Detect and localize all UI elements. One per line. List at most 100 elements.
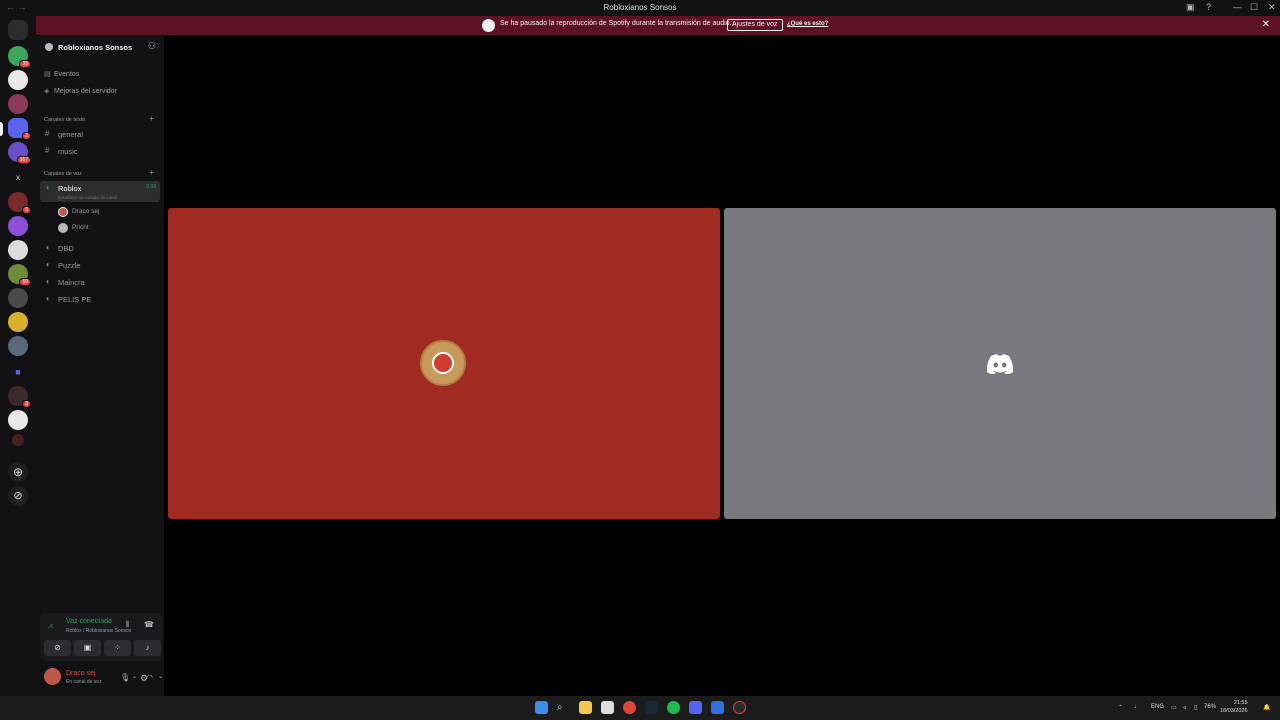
discord-taskbar-icon[interactable] — [689, 701, 702, 714]
server-icon[interactable]: 9 — [8, 192, 31, 214]
windows-start-icon[interactable] — [535, 701, 548, 714]
activities-icon: ⁘ — [114, 643, 121, 652]
server-icon[interactable] — [8, 288, 28, 308]
server-icon[interactable] — [8, 70, 28, 90]
steam-icon[interactable] — [645, 701, 658, 714]
text-category[interactable]: Canales de texto — [44, 117, 85, 123]
folder-icon[interactable]: ■ — [8, 362, 28, 382]
user-name[interactable]: Draco sej — [66, 670, 96, 677]
voice-connected-title[interactable]: Voz conectada — [66, 618, 112, 625]
voice-channel[interactable]: ◖ PELIS PE — [40, 292, 160, 307]
voice-connected-panel: ⩘ Voz conectada Roblox / Robloxianos Son… — [40, 613, 162, 661]
voice-channel[interactable]: ◖ DBD — [40, 241, 160, 256]
activities-button[interactable]: ⁘ — [104, 640, 131, 656]
help-icon[interactable]: ? — [1206, 2, 1211, 12]
voice-timer: 0:38 — [146, 184, 156, 190]
tray-chevron-icon[interactable]: ⌃ — [1118, 704, 1123, 711]
clock[interactable]: 21:55 18/03/2026 — [1220, 699, 1248, 715]
speaker-icon: ◖ — [45, 243, 50, 252]
chrome-icon[interactable] — [623, 701, 636, 714]
x-server-icon[interactable]: x — [8, 168, 28, 188]
voice-channel[interactable]: ◖ Puzzle — [40, 258, 160, 273]
channel-general[interactable]: # general — [40, 127, 160, 142]
close-window-button[interactable]: ✕ — [1268, 2, 1276, 13]
signal-icon: ⩘ — [48, 621, 53, 630]
add-server-icon[interactable]: ⊕ — [8, 462, 28, 482]
server-icon[interactable] — [8, 410, 28, 430]
discord-logo-icon — [987, 354, 1013, 374]
microphone-icon[interactable]: 🎙 — [120, 673, 130, 682]
add-text-channel-icon[interactable]: + — [149, 114, 154, 123]
camera-button[interactable]: ⊘ — [44, 640, 71, 656]
soundboard-button[interactable]: ♪ — [134, 640, 161, 656]
calendar-icon: ▤ — [44, 71, 51, 78]
minimize-button[interactable]: — — [1233, 2, 1242, 12]
channel-sidebar: Robloxianos Sonsos ⚇ ▤ Eventos ◈ Mejoras d… — [36, 36, 164, 696]
speaker-icon: ◖ — [45, 277, 50, 286]
settings-gear-icon[interactable]: ⚙ — [140, 673, 148, 684]
user-status: En canal de voz — [66, 679, 102, 685]
app-icon[interactable] — [711, 701, 724, 714]
mic-tray-icon[interactable]: ♩ — [1134, 704, 1140, 710]
battery-icon[interactable]: ▯ — [1194, 704, 1197, 711]
network-icon[interactable]: ▭ — [1171, 704, 1177, 711]
server-icon[interactable]: 3 — [8, 386, 31, 408]
server-boost-item[interactable]: ◈ Mejoras del servidor — [44, 87, 117, 95]
store-icon[interactable] — [601, 701, 614, 714]
speaker-icon: ◖ — [45, 183, 50, 192]
battery-percent[interactable]: 76% — [1204, 704, 1216, 710]
add-member-icon[interactable]: ⚇ — [148, 41, 156, 52]
file-explorer-icon[interactable] — [579, 701, 592, 714]
volume-icon[interactable]: ◃ — [1183, 704, 1186, 711]
server-icon[interactable] — [8, 216, 28, 236]
app-icon[interactable] — [733, 701, 746, 714]
server-icon[interactable] — [8, 94, 28, 114]
banner-message: Se ha pausado la reproducción de Spotify… — [500, 20, 732, 27]
voice-category[interactable]: Canales de voz — [44, 171, 82, 177]
taskbar: ⌕ ⌃ ♩ ENG ▭ ◃ ▯ 76% 21:55 18/03/2026 🔔 — [0, 696, 1280, 720]
avatar-face — [432, 352, 454, 374]
window-title: Robloxianos Sonsos — [603, 3, 677, 12]
hash-icon: # — [45, 146, 50, 155]
participant-tile[interactable] — [724, 208, 1276, 519]
chevron-down-icon[interactable]: ⌄ — [158, 673, 163, 680]
language-indicator[interactable]: ENG — [1151, 704, 1164, 710]
server-icon[interactable]: 69 — [8, 264, 31, 286]
server-icon[interactable]: 167 — [8, 142, 31, 164]
server-rail: 39 2 167 x 9 69 ■ 3 ⊕ ⊘ — [0, 16, 36, 696]
server-icon[interactable] — [8, 240, 28, 260]
add-voice-channel-icon[interactable]: + — [149, 168, 154, 177]
boost-icon: ◈ — [44, 88, 50, 95]
server-header[interactable]: Robloxianos Sonsos ⚇ — [36, 36, 164, 58]
screen-share-button[interactable]: ▣ — [74, 640, 101, 656]
search-icon[interactable]: ⌕ — [557, 701, 570, 714]
discover-icon[interactable]: ⊘ — [8, 486, 28, 506]
participant-tile[interactable] — [168, 208, 720, 519]
voice-settings-button[interactable]: Ajustes de voz — [727, 19, 783, 31]
dm-home-icon[interactable] — [8, 20, 28, 40]
title-bar: ← → Robloxianos Sonsos ▣ ? — ☐ ✕ — [0, 0, 1280, 16]
what-is-this-link[interactable]: ¿Qué es esto? — [787, 21, 828, 27]
avatar[interactable] — [44, 668, 61, 685]
server-icon-selected[interactable]: 2 — [8, 118, 31, 140]
server-icon[interactable] — [12, 434, 24, 446]
selected-pill — [0, 122, 3, 136]
voice-connected-subtitle[interactable]: Roblox / Robloxianos Sonsos — [66, 628, 131, 634]
server-icon[interactable]: 39 — [8, 46, 31, 68]
spotify-icon[interactable] — [667, 701, 680, 714]
disconnect-icon[interactable]: ☎ — [144, 620, 154, 629]
events-item[interactable]: ▤ Eventos — [44, 70, 79, 78]
banner-close-icon[interactable]: ✕ — [1262, 19, 1270, 30]
notification-icon[interactable]: 🔔 — [1263, 704, 1270, 711]
voice-channel-roblox[interactable]: ◖ Roblox 0:38 Establece un estado de can… — [40, 181, 160, 202]
inbox-icon[interactable]: ▣ — [1186, 2, 1195, 13]
voice-channel[interactable]: ◖ Maincra — [40, 275, 160, 290]
channel-music[interactable]: # music — [40, 144, 160, 159]
server-icon[interactable] — [8, 336, 28, 356]
hash-icon: # — [45, 129, 50, 138]
noise-suppression-icon[interactable]: ⦀ — [126, 620, 130, 630]
server-icon[interactable] — [8, 312, 28, 332]
channel-status[interactable]: Establece un estado de canal — [58, 195, 117, 200]
chevron-down-icon[interactable]: ⌄ — [132, 673, 137, 680]
maximize-button[interactable]: ☐ — [1250, 2, 1258, 13]
